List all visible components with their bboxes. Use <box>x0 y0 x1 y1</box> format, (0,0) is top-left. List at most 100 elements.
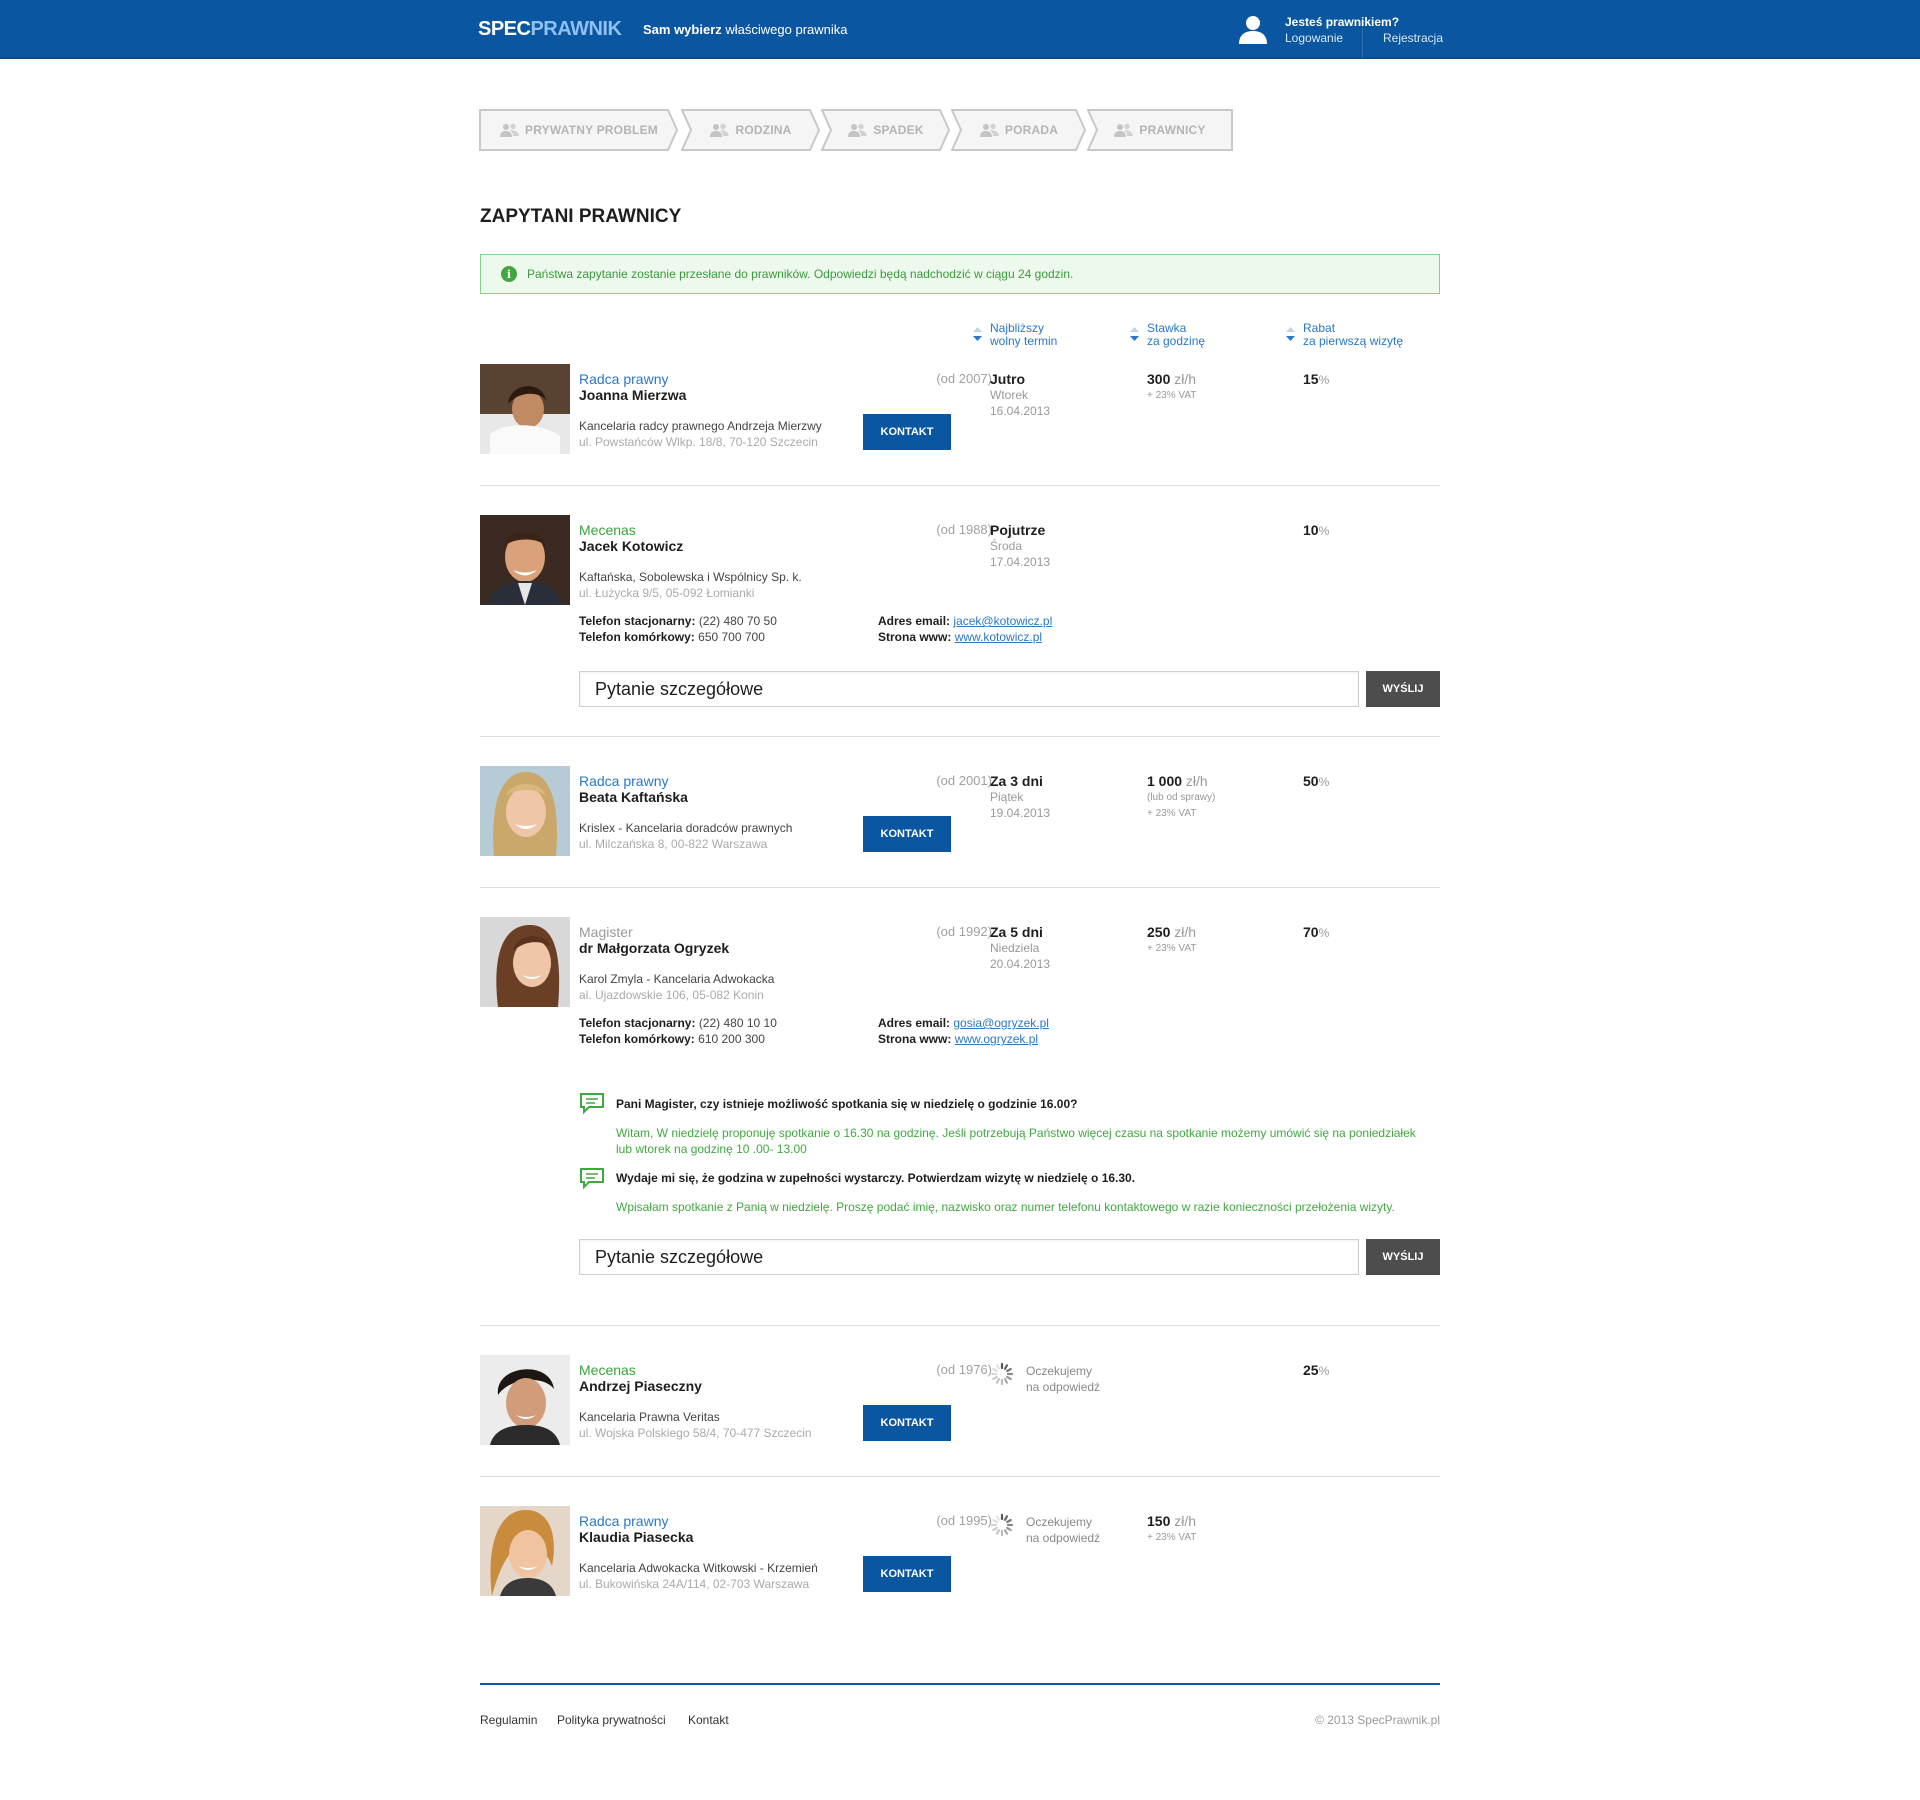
lawyer-name[interactable]: Andrzej Piaseczny <box>579 1378 702 1394</box>
discount: 15% <box>1303 371 1329 387</box>
row-separator <box>480 887 1440 888</box>
col-discount-line2: za pierwszą wizytę <box>1303 334 1404 348</box>
term-date: 19.04.2013 <box>990 806 1051 820</box>
logo-part1: SPEC <box>478 18 531 40</box>
contact-button[interactable]: KONTAKT <box>863 816 951 852</box>
www-line: Strona www: www.ogryzek.pl <box>878 1032 1038 1046</box>
lawyer-photo[interactable] <box>480 917 570 1007</box>
office-name: Kancelaria Adwokacka Witkowski - Krzemie… <box>579 1561 818 1575</box>
lawyer-role: Mecenas <box>579 522 636 538</box>
lawyer-card: Mecenas Andrzej Piaseczny (od 1976) Kanc… <box>480 1355 1440 1450</box>
lawyer-photo[interactable] <box>480 1506 570 1596</box>
step-porada[interactable]: PORADA <box>951 109 1087 151</box>
step-inner: PRAWNICY <box>1114 123 1205 137</box>
mobile-line: Telefon komórkowy: 650 700 700 <box>579 630 765 644</box>
logo-part2: PRAWNIK <box>530 18 622 40</box>
lawyer-name[interactable]: Jacek Kotowicz <box>579 538 683 554</box>
hourly-rate: 250 zł/h <box>1147 924 1196 940</box>
step-prywatny-problem[interactable]: PRYWATNY PROBLEM <box>479 109 679 151</box>
people-icon <box>1114 123 1134 137</box>
practice-since: (od 1992) <box>936 924 992 939</box>
email-link[interactable]: jacek@kotowicz.pl <box>953 614 1052 628</box>
sort-column-term[interactable]: Najbliższy wolny termin <box>973 322 1058 348</box>
rate-value: 1 000 <box>1147 773 1183 789</box>
footer-link-contact[interactable]: Kontakt <box>688 1713 729 1727</box>
lawyer-name[interactable]: Beata Kaftańska <box>579 789 688 805</box>
people-icon <box>710 123 730 137</box>
mobile-line: Telefon komórkowy: 610 200 300 <box>579 1032 765 1046</box>
logo[interactable]: SPECPRAWNIK <box>478 18 622 41</box>
waiting-text-1: Oczekujemy <box>1026 1515 1093 1529</box>
lawyer-photo[interactable] <box>480 1355 570 1445</box>
contact-button[interactable]: KONTAKT <box>863 414 951 450</box>
lawyer-name[interactable]: Joanna Mierzwa <box>579 387 686 403</box>
send-button[interactable]: WYŚLIJ <box>1366 1239 1440 1275</box>
footer-divider <box>480 1683 1440 1685</box>
contact-button[interactable]: KONTAKT <box>863 1405 951 1441</box>
lawyer-name[interactable]: Klaudia Piasecka <box>579 1529 693 1545</box>
footer-link-privacy[interactable]: Polityka prywatności <box>557 1713 666 1727</box>
office-address: ul. Powstańców Wlkp. 18/8, 70-120 Szczec… <box>579 435 818 449</box>
discount-value: 15 <box>1303 371 1319 387</box>
sort-arrows-icon <box>1130 327 1139 341</box>
col-term-line2: wolny termin <box>990 334 1058 348</box>
term-day: Za 5 dni <box>990 924 1043 940</box>
term-weekday: Środa <box>990 539 1023 553</box>
send-button[interactable]: WYŚLIJ <box>1366 671 1440 707</box>
discount: 50% <box>1303 773 1329 789</box>
lawyer-name[interactable]: dr Małgorzata Ogryzek <box>579 940 729 956</box>
sort-column-rate[interactable]: Stawka za godzinę <box>1130 322 1205 348</box>
phone-line: Telefon stacjonarny: (22) 480 10 10 <box>579 1016 777 1030</box>
practice-since: (od 1995) <box>936 1513 992 1528</box>
sort-column-discount[interactable]: Rabat za pierwszą wizytę <box>1286 322 1404 348</box>
hourly-rate: 1 000 zł/h <box>1147 773 1208 789</box>
phone-value: (22) 480 10 10 <box>698 1016 777 1030</box>
discount-unit: % <box>1318 1364 1330 1378</box>
rate-vat: + 23% VAT <box>1147 943 1197 954</box>
term-date: 17.04.2013 <box>990 555 1051 569</box>
office-address: ul. Milczańska 8, 00-822 Warszawa <box>579 837 768 851</box>
email-line: Adres email: gosia@ogryzek.pl <box>878 1016 1049 1030</box>
discount: 70% <box>1303 924 1329 940</box>
step-inner: PORADA <box>979 123 1058 137</box>
mobile-value: 610 200 300 <box>698 1032 765 1046</box>
office-name: Karol Zmyla - Kancelaria Adwokacka <box>579 972 775 986</box>
info-icon: i <box>501 266 517 282</box>
tagline-rest: właściwego prawnika <box>721 22 848 37</box>
waiting-text-2: na odpowiedź <box>1026 1380 1101 1394</box>
loading-spinner-icon <box>990 1513 1014 1537</box>
mobile-label: Telefon komórkowy: <box>579 630 695 644</box>
rate-value: 300 <box>1147 371 1171 387</box>
rate-value: 250 <box>1147 924 1171 940</box>
login-link[interactable]: Logowanie <box>1285 31 1343 45</box>
www-label: Strona www: <box>878 1032 952 1046</box>
lawyer-role: Mecenas <box>579 1362 636 1378</box>
lawyer-photo[interactable] <box>480 364 570 454</box>
rate-note: (lub od sprawy) <box>1147 792 1216 803</box>
practice-since: (od 1976) <box>936 1362 992 1377</box>
step-rodzina[interactable]: RODZINA <box>681 109 821 151</box>
question-input[interactable]: Pytanie szczegółowe <box>579 671 1359 707</box>
lawyer-role: Radca prawny <box>579 1513 669 1529</box>
question-input[interactable]: Pytanie szczegółowe <box>579 1239 1359 1275</box>
email-link[interactable]: gosia@ogryzek.pl <box>953 1016 1049 1030</box>
lawyer-photo[interactable] <box>480 766 570 856</box>
step-prawnicy[interactable]: PRAWNICY <box>1087 109 1233 151</box>
phone-label: Telefon stacjonarny: <box>579 1016 696 1030</box>
step-inner: RODZINA <box>710 123 791 137</box>
www-link[interactable]: www.ogryzek.pl <box>955 1032 1038 1046</box>
register-link[interactable]: Rejestracja <box>1383 31 1443 45</box>
office-address: ul. Łużycka 9/5, 05-092 Łomianki <box>579 586 755 600</box>
term-weekday: Niedziela <box>990 941 1040 955</box>
term-weekday: Piątek <box>990 790 1024 804</box>
lawyer-photo[interactable] <box>480 515 570 605</box>
practice-since: (od 2001) <box>936 773 992 788</box>
contact-button[interactable]: KONTAKT <box>863 1556 951 1592</box>
office-name: Kaftańska, Sobolewska i Wspólnicy Sp. k. <box>579 570 802 584</box>
step-spadek[interactable]: SPADEK <box>821 109 951 151</box>
www-link[interactable]: www.kotowicz.pl <box>955 630 1042 644</box>
discount-unit: % <box>1318 524 1330 538</box>
message-question: Pani Magister, czy istnieje możliwość sp… <box>616 1097 1078 1111</box>
footer-link-regulamin[interactable]: Regulamin <box>480 1713 537 1727</box>
people-icon <box>979 123 999 137</box>
